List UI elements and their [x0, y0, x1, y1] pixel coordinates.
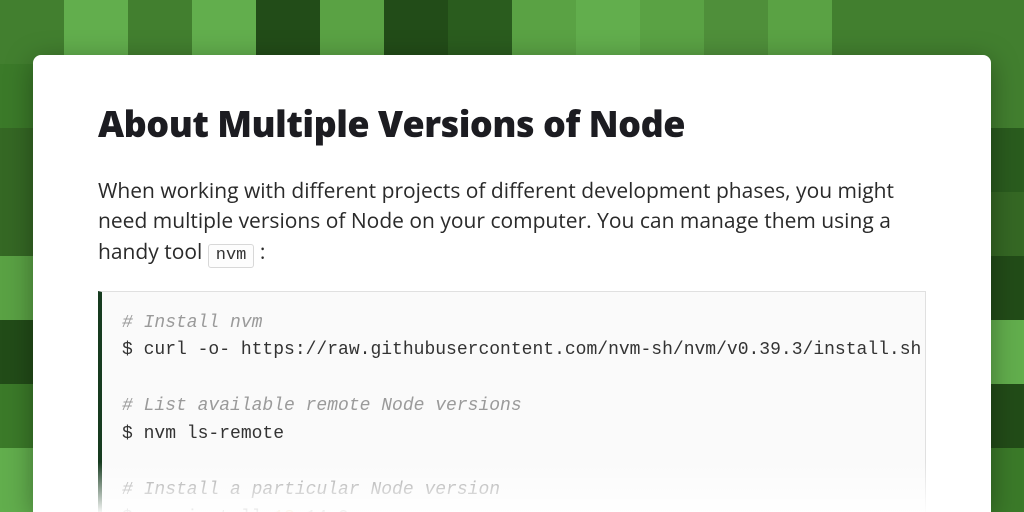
- code-comment: # Install nvm: [122, 313, 262, 333]
- code-line: $ nvm ls-remote: [122, 424, 284, 444]
- code-number: 18: [273, 508, 295, 512]
- code-line-part: $ nvm install: [122, 508, 273, 512]
- code-comment: # List available remote Node versions: [122, 396, 522, 416]
- code-line-part: .14.0: [295, 508, 349, 512]
- intro-text-after: :: [254, 238, 265, 266]
- code-comment: # Install a particular Node version: [122, 480, 500, 500]
- page-title: About Multiple Versions of Node: [98, 99, 926, 148]
- intro-paragraph: When working with different projects of …: [98, 176, 926, 269]
- code-block: # Install nvm $ curl -o- https://raw.git…: [98, 291, 926, 512]
- code-line: $ curl -o- https://raw.githubusercontent…: [122, 340, 926, 360]
- article-card: About Multiple Versions of Node When wor…: [33, 55, 991, 512]
- inline-code-nvm: nvm: [208, 244, 255, 268]
